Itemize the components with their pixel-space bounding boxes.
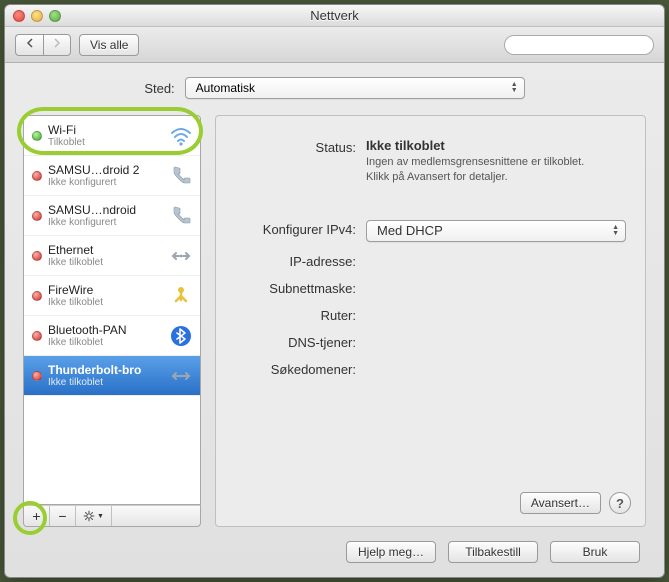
combo-arrows-icon: ▲▼: [612, 225, 619, 237]
status-value: Ikke tilkoblet: [366, 138, 627, 153]
revert-button[interactable]: Tilbakestill: [448, 541, 538, 563]
forward-button[interactable]: [43, 34, 71, 56]
status-dot-icon: [32, 291, 42, 301]
service-name: FireWire: [48, 283, 162, 297]
phone-icon: [168, 203, 194, 229]
sidebar-item-ethernet-6[interactable]: Thunderbolt-broIkke tilkoblet: [24, 356, 200, 396]
close-window-button[interactable]: [13, 10, 25, 22]
location-row: Sted: Automatisk ▲▼: [23, 77, 646, 99]
router-label: Ruter:: [226, 306, 366, 323]
service-list-toolbar: + − ▼: [23, 505, 201, 527]
chevron-left-icon: [25, 38, 35, 48]
status-dot-icon: [32, 131, 42, 141]
ip-label: IP-adresse:: [226, 252, 366, 269]
remove-service-button[interactable]: −: [50, 506, 76, 526]
main-area: Wi-FiTilkobletSAMSU…droid 2Ikke konfigur…: [23, 115, 646, 527]
router-row: Ruter:: [226, 306, 627, 323]
content: Sted: Automatisk ▲▼ Wi-FiTilkobletSAMSU……: [5, 63, 664, 577]
service-status: Ikke tilkoblet: [48, 377, 162, 388]
location-combo[interactable]: Automatisk ▲▼: [185, 77, 525, 99]
sidebar-item-firewire-4[interactable]: FireWireIkke tilkoblet: [24, 276, 200, 316]
search-input[interactable]: [517, 39, 659, 51]
prefs-window: Nettverk Vis alle Sted: Automatisk ▲▼: [4, 4, 665, 578]
service-name: Thunderbolt-bro: [48, 363, 162, 377]
sidebar-item-phone-2[interactable]: SAMSU…ndroidIkke konfigurert: [24, 196, 200, 236]
status-dot-icon: [32, 331, 42, 341]
service-status: Ikke tilkoblet: [48, 297, 162, 308]
titlebar: Nettverk: [5, 5, 664, 27]
help-button[interactable]: ?: [609, 492, 631, 514]
service-status: Ikke konfigurert: [48, 177, 162, 188]
service-name: Bluetooth-PAN: [48, 323, 162, 337]
window-title: Nettverk: [5, 8, 664, 23]
wifi-icon: [168, 123, 194, 149]
dns-row: DNS-tjener:: [226, 333, 627, 350]
sidebar-wrap: Wi-FiTilkobletSAMSU…droid 2Ikke konfigur…: [23, 115, 201, 527]
chevron-right-icon: [52, 38, 62, 48]
toolbar: Vis alle: [5, 27, 664, 63]
chevron-down-icon: ▼: [97, 513, 104, 520]
minimize-window-button[interactable]: [31, 10, 43, 22]
status-dot-icon: [32, 251, 42, 261]
searchdomains-row: Søkedomener:: [226, 360, 627, 377]
config-ipv4-combo[interactable]: Med DHCP ▲▼: [366, 220, 626, 242]
status-dot-icon: [32, 171, 42, 181]
phone-icon: [168, 163, 194, 189]
searchdomains-label: Søkedomener:: [226, 360, 366, 377]
ethernet-icon: [168, 243, 194, 269]
service-name: Ethernet: [48, 243, 162, 257]
config-row: Konfigurer IPv4: Med DHCP ▲▼: [226, 220, 627, 242]
status-dot-icon: [32, 211, 42, 221]
service-status: Ikke konfigurert: [48, 217, 162, 228]
bluetooth-icon: [168, 323, 194, 349]
config-value: Med DHCP: [377, 223, 443, 238]
detail-pane: Status: Ikke tilkoblet Ingen av medlemsg…: [215, 115, 646, 527]
status-label: Status:: [226, 138, 366, 155]
apply-button[interactable]: Bruk: [550, 541, 640, 563]
subnet-label: Subnettmaske:: [226, 279, 366, 296]
sidebar-item-ethernet-3[interactable]: EthernetIkke tilkoblet: [24, 236, 200, 276]
subnet-row: Subnettmaske:: [226, 279, 627, 296]
add-service-button[interactable]: +: [24, 506, 50, 526]
config-label: Konfigurer IPv4:: [226, 220, 366, 237]
ip-row: IP-adresse:: [226, 252, 627, 269]
status-row: Status: Ikke tilkoblet Ingen av medlemsg…: [226, 138, 627, 186]
dns-label: DNS-tjener:: [226, 333, 366, 350]
footer: Hjelp meg… Tilbakestill Bruk: [23, 537, 646, 565]
combo-arrows-icon: ▲▼: [511, 82, 518, 94]
service-name: Wi-Fi: [48, 123, 162, 137]
sidebar-item-wifi-0[interactable]: Wi-FiTilkoblet: [24, 116, 200, 156]
service-status: Tilkoblet: [48, 137, 162, 148]
search-field[interactable]: [504, 35, 654, 55]
firewire-icon: [168, 283, 194, 309]
sidebar-item-phone-1[interactable]: SAMSU…droid 2Ikke konfigurert: [24, 156, 200, 196]
help-me-button[interactable]: Hjelp meg…: [346, 541, 436, 563]
status-dot-icon: [32, 371, 42, 381]
back-button[interactable]: [15, 34, 43, 56]
traffic-lights: [13, 10, 61, 22]
service-status: Ikke tilkoblet: [48, 257, 162, 268]
zoom-window-button[interactable]: [49, 10, 61, 22]
location-value: Automatisk: [196, 81, 255, 95]
service-name: SAMSU…ndroid: [48, 203, 162, 217]
nav-segment: [15, 34, 71, 56]
sidebar-item-bluetooth-5[interactable]: Bluetooth-PANIkke tilkoblet: [24, 316, 200, 356]
status-desc: Ingen av medlemsgrensesnittene er tilkob…: [366, 155, 627, 186]
show-all-button[interactable]: Vis alle: [79, 34, 139, 56]
service-list: Wi-FiTilkobletSAMSU…droid 2Ikke konfigur…: [23, 115, 201, 505]
ethernet-icon: [168, 363, 194, 389]
service-name: SAMSU…droid 2: [48, 163, 162, 177]
advanced-button[interactable]: Avansert…: [520, 492, 601, 514]
service-actions-button[interactable]: ▼: [76, 506, 112, 526]
gear-icon: [83, 510, 95, 522]
location-label: Sted:: [144, 81, 174, 96]
service-status: Ikke tilkoblet: [48, 337, 162, 348]
